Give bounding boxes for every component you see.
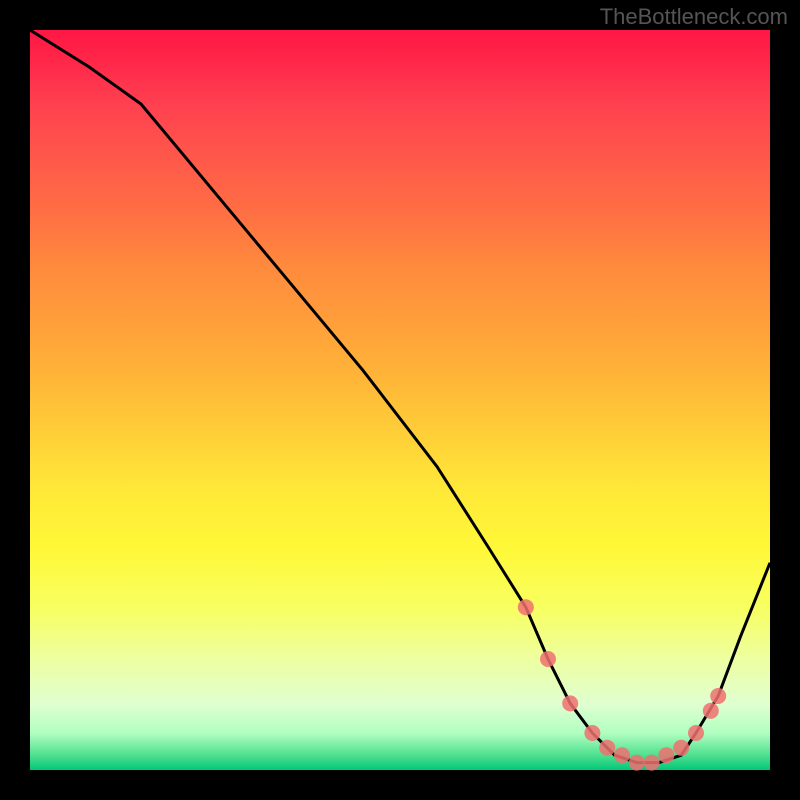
curve-marker [703,703,719,719]
watermark-text: TheBottleneck.com [600,4,788,30]
chart-svg [30,30,770,770]
curve-marker [562,695,578,711]
curve-marker [599,740,615,756]
curve-marker [518,599,534,615]
curve-marker [688,725,704,741]
curve-marker [629,755,645,771]
curve-marker [644,755,660,771]
curve-marker [710,688,726,704]
curve-marker [540,651,556,667]
curve-marker [673,740,689,756]
curve-markers-group [518,599,726,770]
chart-plot-area [30,30,770,770]
curve-marker [584,725,600,741]
curve-marker [614,747,630,763]
bottleneck-curve-line [30,30,770,763]
curve-marker [658,747,674,763]
